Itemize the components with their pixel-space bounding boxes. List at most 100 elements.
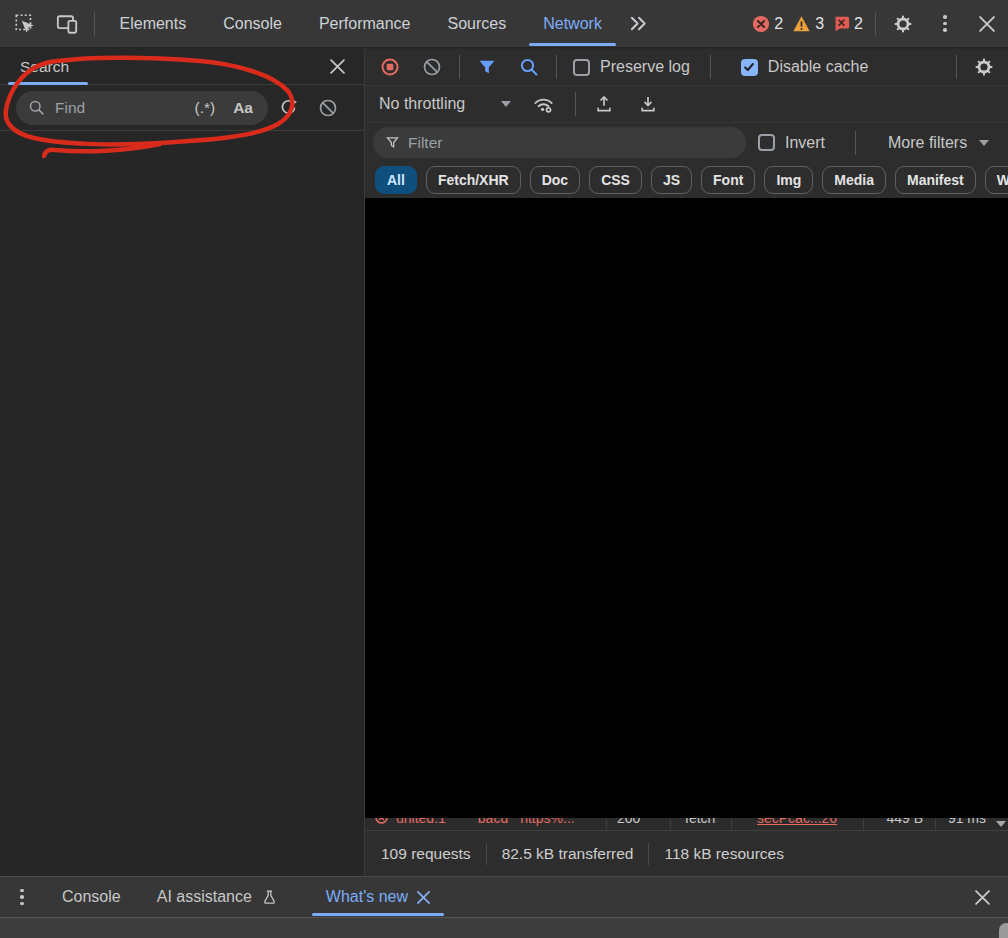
preserve-log-checkbox[interactable]: Preserve log: [573, 58, 690, 76]
panel-tabs: Elements Console Performance Sources Net…: [101, 0, 620, 47]
devtools-top-bar: Elements Console Performance Sources Net…: [0, 0, 1008, 48]
resources-size: 118 kB resources: [664, 845, 783, 863]
chip-manifest[interactable]: Manifest: [895, 166, 976, 194]
network-settings-gear-icon[interactable]: [963, 52, 1005, 82]
error-badge[interactable]: 2: [752, 15, 783, 33]
devtools-window: Elements Console Performance Sources Net…: [0, 0, 1008, 938]
search-toolbar: Find (.*) Aa: [0, 85, 364, 131]
search-network-icon[interactable]: [508, 52, 550, 82]
filter-toggle-icon[interactable]: [466, 52, 508, 82]
issue-badges: 2 3 2: [752, 15, 863, 33]
tab-console[interactable]: Console: [205, 0, 301, 47]
request-error-icon: [375, 818, 388, 824]
drawer-tab-console[interactable]: Console: [44, 877, 139, 917]
drawer-content-strip: [0, 917, 1008, 938]
divider: [648, 843, 649, 865]
warning-badge[interactable]: 3: [792, 15, 824, 33]
search-panel: Search Find (.*) Aa: [0, 49, 365, 876]
request-time: 91 ms: [948, 818, 986, 826]
throttling-dropdown-icon[interactable]: [501, 101, 511, 107]
find-placeholder: Find: [55, 99, 186, 117]
drawer-menu-icon[interactable]: [0, 889, 44, 905]
issues-badge[interactable]: 2: [833, 15, 863, 33]
close-drawer-icon[interactable]: [968, 883, 996, 911]
tab-elements[interactable]: Elements: [101, 0, 205, 47]
network-status-bar: 109 requests 82.5 kB transferred 118 kB …: [365, 830, 1008, 876]
search-refresh-button[interactable]: [268, 91, 308, 125]
divider: [94, 12, 95, 36]
export-har-icon[interactable]: [626, 89, 670, 119]
chip-doc[interactable]: Doc: [530, 166, 580, 194]
close-search-panel-icon[interactable]: [324, 54, 350, 80]
scrollbar-corner-shape: [999, 923, 1008, 938]
close-devtools-icon[interactable]: [966, 7, 1008, 41]
chip-media[interactable]: Media: [822, 166, 886, 194]
disable-cache-checkbox[interactable]: Disable cache: [741, 58, 869, 76]
clear-network-log-button[interactable]: [411, 52, 453, 82]
divider: [956, 55, 957, 79]
error-icon: [752, 15, 770, 33]
chip-font[interactable]: Font: [701, 166, 755, 194]
warning-icon: [792, 15, 811, 33]
search-tab-underline: [8, 82, 88, 85]
network-panel: Preserve log Disable cache: [365, 49, 1008, 876]
request-type-chips: All Fetch/XHR Doc CSS JS Font Img Media …: [365, 162, 1008, 198]
drawer-tab-bar: Console AI assistance What's new: [0, 877, 1008, 917]
network-conditions-toolbar: No throttling: [365, 86, 1008, 123]
search-panel-header: Search: [0, 49, 364, 85]
throttling-select[interactable]: No throttling: [379, 95, 465, 113]
tab-network[interactable]: Network: [525, 0, 621, 47]
request-row[interactable]: united:1 bacd https%... 200 fetch secPca…: [365, 818, 1008, 830]
flask-icon: [261, 889, 278, 906]
search-clear-button[interactable]: [308, 91, 348, 125]
invert-checkbox[interactable]: Invert: [758, 134, 825, 152]
close-whats-new-icon[interactable]: [417, 891, 430, 904]
record-network-log-button[interactable]: [369, 52, 411, 82]
drawer-tab-ai-assistance[interactable]: AI assistance: [139, 877, 296, 917]
funnel-icon: [385, 135, 400, 150]
chip-fetch-xhr[interactable]: Fetch/XHR: [426, 166, 521, 194]
request-type: fetch: [685, 818, 715, 826]
network-requests-area[interactable]: united:1 bacd https%... 200 fetch secPca…: [365, 198, 1008, 830]
divider: [575, 92, 576, 116]
drawer-tab-whats-new[interactable]: What's new: [308, 877, 448, 917]
chip-all[interactable]: All: [375, 166, 417, 194]
search-results-area: [0, 131, 364, 875]
network-conditions-icon[interactable]: [525, 89, 561, 119]
inspect-element-icon[interactable]: [4, 7, 46, 41]
tab-performance[interactable]: Performance: [300, 0, 429, 47]
divider: [459, 55, 460, 79]
chip-img[interactable]: Img: [764, 166, 813, 194]
regex-toggle-button[interactable]: (.*): [186, 99, 225, 117]
chip-css[interactable]: CSS: [589, 166, 642, 194]
find-input[interactable]: Find (.*) Aa: [16, 91, 268, 125]
chip-js[interactable]: JS: [651, 166, 692, 194]
import-har-icon[interactable]: [582, 89, 626, 119]
filter-input[interactable]: Filter: [373, 127, 746, 158]
transferred-size: 82.5 kB transferred: [502, 845, 634, 863]
request-initiator-link[interactable]: secPcac...26: [757, 818, 837, 826]
kebab-menu-icon[interactable]: [924, 7, 966, 41]
network-main-toolbar: Preserve log Disable cache: [365, 49, 1008, 86]
device-toolbar-icon[interactable]: [46, 7, 88, 41]
filter-placeholder: Filter: [408, 134, 442, 152]
request-col3: https%...: [520, 818, 574, 826]
scrollbar-down-arrow[interactable]: [994, 818, 1008, 830]
divider: [556, 55, 557, 79]
divider: [855, 131, 856, 155]
request-col2: bacd: [478, 818, 508, 826]
request-size: 449 B: [886, 818, 923, 826]
more-filters-button[interactable]: More filters: [888, 134, 967, 152]
divider: [875, 12, 876, 36]
search-panel-title: Search: [20, 58, 69, 76]
chip-ws[interactable]: WS: [985, 166, 1008, 194]
network-filter-bar: Filter Invert More filters: [365, 123, 1008, 162]
settings-gear-icon[interactable]: [882, 7, 924, 41]
search-icon: [28, 99, 45, 116]
more-tabs-icon[interactable]: [620, 7, 656, 41]
requests-count: 109 requests: [381, 845, 471, 863]
match-case-toggle-button[interactable]: Aa: [224, 99, 262, 117]
divider: [710, 55, 711, 79]
tab-sources[interactable]: Sources: [429, 0, 525, 47]
issues-icon: [833, 15, 850, 32]
